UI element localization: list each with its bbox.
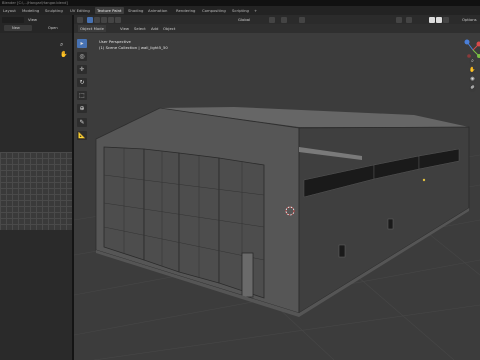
- tab-shading[interactable]: Shading: [126, 7, 145, 14]
- rotate-icon[interactable]: ↻: [77, 78, 87, 87]
- scale-icon[interactable]: ⬚: [77, 91, 87, 100]
- tab-sculpting[interactable]: Sculpting: [43, 7, 65, 14]
- add-workspace-button[interactable]: +: [252, 7, 259, 14]
- measure-icon[interactable]: 📐: [77, 131, 87, 140]
- image-editor-header: View New Open: [0, 15, 72, 33]
- hangar-side-door: [241, 252, 254, 298]
- shading-material-icon[interactable]: [436, 16, 442, 23]
- tab-uv-editing[interactable]: UV Editing: [68, 7, 92, 14]
- light-object[interactable]: [422, 178, 426, 182]
- overlays-toggle-icon[interactable]: [406, 16, 412, 23]
- tab-animation[interactable]: Animation: [146, 7, 169, 14]
- uv-grid: [0, 152, 72, 230]
- menu-add[interactable]: Add: [149, 25, 160, 32]
- image-browse[interactable]: New: [4, 25, 32, 31]
- select-mode-icon[interactable]: [94, 16, 100, 23]
- viewport-header: Object Mode View Select Add Object: [74, 24, 480, 33]
- open-image-button[interactable]: Open: [48, 25, 58, 31]
- menu-select[interactable]: Select: [132, 25, 148, 32]
- hand-icon[interactable]: ✋: [60, 52, 67, 58]
- object-mode-select[interactable]: Object Mode: [78, 25, 106, 32]
- axis-z-icon: [464, 39, 470, 45]
- camera-icon[interactable]: ◉: [469, 76, 476, 83]
- gizmo-toggle-icon[interactable]: [396, 16, 402, 23]
- select-mode-icon[interactable]: [108, 16, 114, 23]
- grid-icon[interactable]: #: [469, 85, 476, 92]
- viewport-scene: [74, 107, 480, 360]
- move-icon[interactable]: ✛: [77, 65, 87, 74]
- editor-type-select[interactable]: [2, 17, 24, 23]
- select-mode-icon[interactable]: [87, 16, 93, 23]
- editor-type-select[interactable]: [77, 16, 83, 23]
- menu-object[interactable]: Object: [161, 25, 177, 32]
- viewport-collection-label: (1) Scene Collection | wall_light5_50: [99, 45, 168, 50]
- new-image-button[interactable]: New: [12, 25, 20, 31]
- hand-icon[interactable]: ✋: [469, 67, 476, 74]
- cursor-icon[interactable]: ◎: [77, 52, 87, 61]
- tab-modeling[interactable]: Modeling: [20, 7, 41, 14]
- tab-compositing[interactable]: Compositing: [200, 7, 228, 14]
- zoom-icon[interactable]: ⌕: [469, 58, 476, 65]
- transform-orientation-select[interactable]: Global: [236, 16, 252, 23]
- pivot-point-icon[interactable]: [269, 16, 275, 23]
- wall-window: [387, 218, 394, 230]
- navigation-gizmo[interactable]: [455, 34, 480, 74]
- proportional-edit-icon[interactable]: [299, 16, 305, 23]
- select-mode-icon[interactable]: [115, 16, 121, 23]
- tab-rendering[interactable]: Rendering: [174, 7, 197, 14]
- workspace-tabs: Layout Modeling Sculpting UV Editing Tex…: [0, 6, 480, 15]
- annotate-icon[interactable]: ✎: [77, 118, 87, 127]
- wall-window: [338, 244, 346, 258]
- menu-view[interactable]: View: [118, 25, 131, 32]
- zoom-icon[interactable]: ⌕: [60, 42, 66, 48]
- tab-texture-paint[interactable]: Texture Paint: [95, 7, 124, 14]
- snap-icon[interactable]: [281, 16, 287, 23]
- transform-orientation-value: Global: [238, 17, 251, 22]
- viewport-tool-header: Global Options: [74, 15, 480, 24]
- shading-solid-icon[interactable]: [429, 16, 435, 23]
- 3d-viewport[interactable]: [74, 15, 480, 360]
- viewport-perspective-label: User Perspective: [99, 39, 131, 44]
- options-button[interactable]: Options: [460, 16, 479, 23]
- tab-layout[interactable]: Layout: [1, 7, 18, 14]
- select-box-icon[interactable]: ▸: [77, 39, 87, 48]
- view-mode-select[interactable]: View: [28, 17, 37, 23]
- tab-scripting[interactable]: Scripting: [230, 7, 251, 14]
- transform-icon[interactable]: ⊕: [77, 104, 87, 113]
- shading-rendered-icon[interactable]: [443, 16, 449, 23]
- select-mode-icon[interactable]: [101, 16, 107, 23]
